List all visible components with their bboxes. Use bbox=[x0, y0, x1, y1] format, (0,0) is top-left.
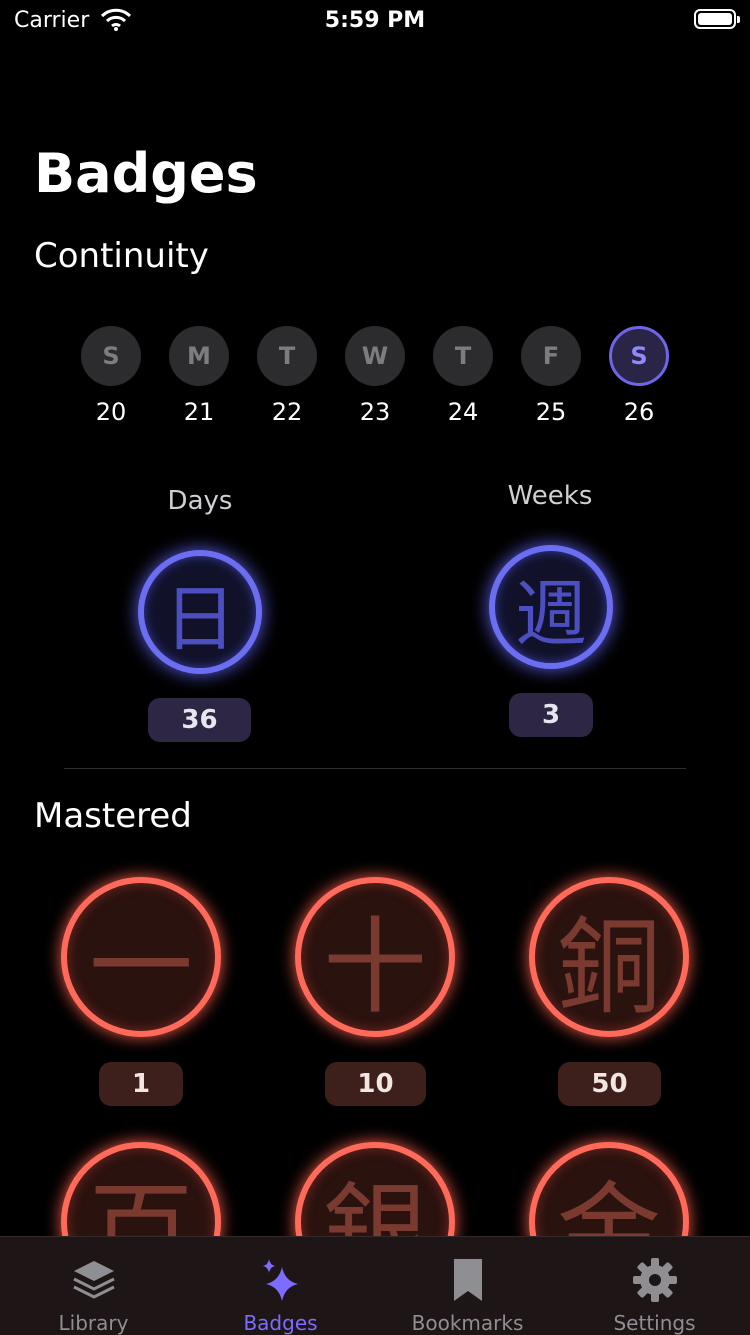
day-item: F 25 bbox=[519, 326, 583, 426]
divider bbox=[64, 768, 686, 769]
day-date: 22 bbox=[271, 398, 303, 426]
tab-label: Library bbox=[58, 1311, 129, 1335]
mastered-badge-10[interactable]: 十 bbox=[295, 877, 455, 1037]
day-letter: F bbox=[521, 326, 581, 386]
day-letter: S bbox=[609, 326, 669, 386]
tab-bar: Library Badges Bookmarks Settings bbox=[0, 1236, 750, 1335]
day-date: 23 bbox=[359, 398, 391, 426]
bookmark-icon bbox=[374, 1255, 561, 1305]
status-bar: Carrier 5:59 PM bbox=[0, 0, 750, 40]
mastered-badge-50[interactable]: 銅 bbox=[529, 877, 689, 1037]
page-title: Badges bbox=[34, 142, 258, 205]
day-item: W 23 bbox=[343, 326, 407, 426]
day-date: 26 bbox=[623, 398, 655, 426]
day-item: S 20 bbox=[79, 326, 143, 426]
tab-badges[interactable]: Badges bbox=[187, 1237, 374, 1335]
battery-icon bbox=[694, 9, 740, 29]
tab-label: Settings bbox=[613, 1311, 696, 1335]
layers-icon bbox=[0, 1255, 187, 1305]
day-date: 25 bbox=[535, 398, 567, 426]
day-letter: M bbox=[169, 326, 229, 386]
mastered-count: 1 bbox=[99, 1062, 183, 1106]
day-letter: T bbox=[433, 326, 493, 386]
tab-bookmarks[interactable]: Bookmarks bbox=[374, 1237, 561, 1335]
sparkles-icon bbox=[187, 1255, 374, 1305]
tab-label: Badges bbox=[243, 1311, 318, 1335]
mastered-badge-1[interactable]: 一 bbox=[61, 877, 221, 1037]
weeks-badge[interactable]: 週 bbox=[489, 545, 613, 669]
day-item-today: S 26 bbox=[607, 326, 671, 426]
mastered-count: 10 bbox=[325, 1062, 426, 1106]
day-letter: S bbox=[81, 326, 141, 386]
continuity-title: Continuity bbox=[34, 236, 209, 276]
day-letter: W bbox=[345, 326, 405, 386]
mastered-count: 50 bbox=[558, 1062, 661, 1106]
gear-icon bbox=[561, 1255, 748, 1305]
weeks-count: 3 bbox=[509, 693, 593, 737]
day-item: M 21 bbox=[167, 326, 231, 426]
day-item: T 24 bbox=[431, 326, 495, 426]
days-label: Days bbox=[167, 486, 233, 516]
day-letter: T bbox=[257, 326, 317, 386]
weeks-label: Weeks bbox=[507, 481, 593, 511]
days-badge[interactable]: 日 bbox=[138, 550, 262, 674]
day-date: 20 bbox=[95, 398, 127, 426]
mastered-title: Mastered bbox=[34, 796, 192, 836]
tab-settings[interactable]: Settings bbox=[561, 1237, 748, 1335]
tab-library[interactable]: Library bbox=[0, 1237, 187, 1335]
days-count: 36 bbox=[148, 698, 251, 742]
day-date: 24 bbox=[447, 398, 479, 426]
day-item: T 22 bbox=[255, 326, 319, 426]
status-time: 5:59 PM bbox=[324, 8, 426, 33]
day-date: 21 bbox=[183, 398, 215, 426]
tab-label: Bookmarks bbox=[411, 1311, 524, 1335]
